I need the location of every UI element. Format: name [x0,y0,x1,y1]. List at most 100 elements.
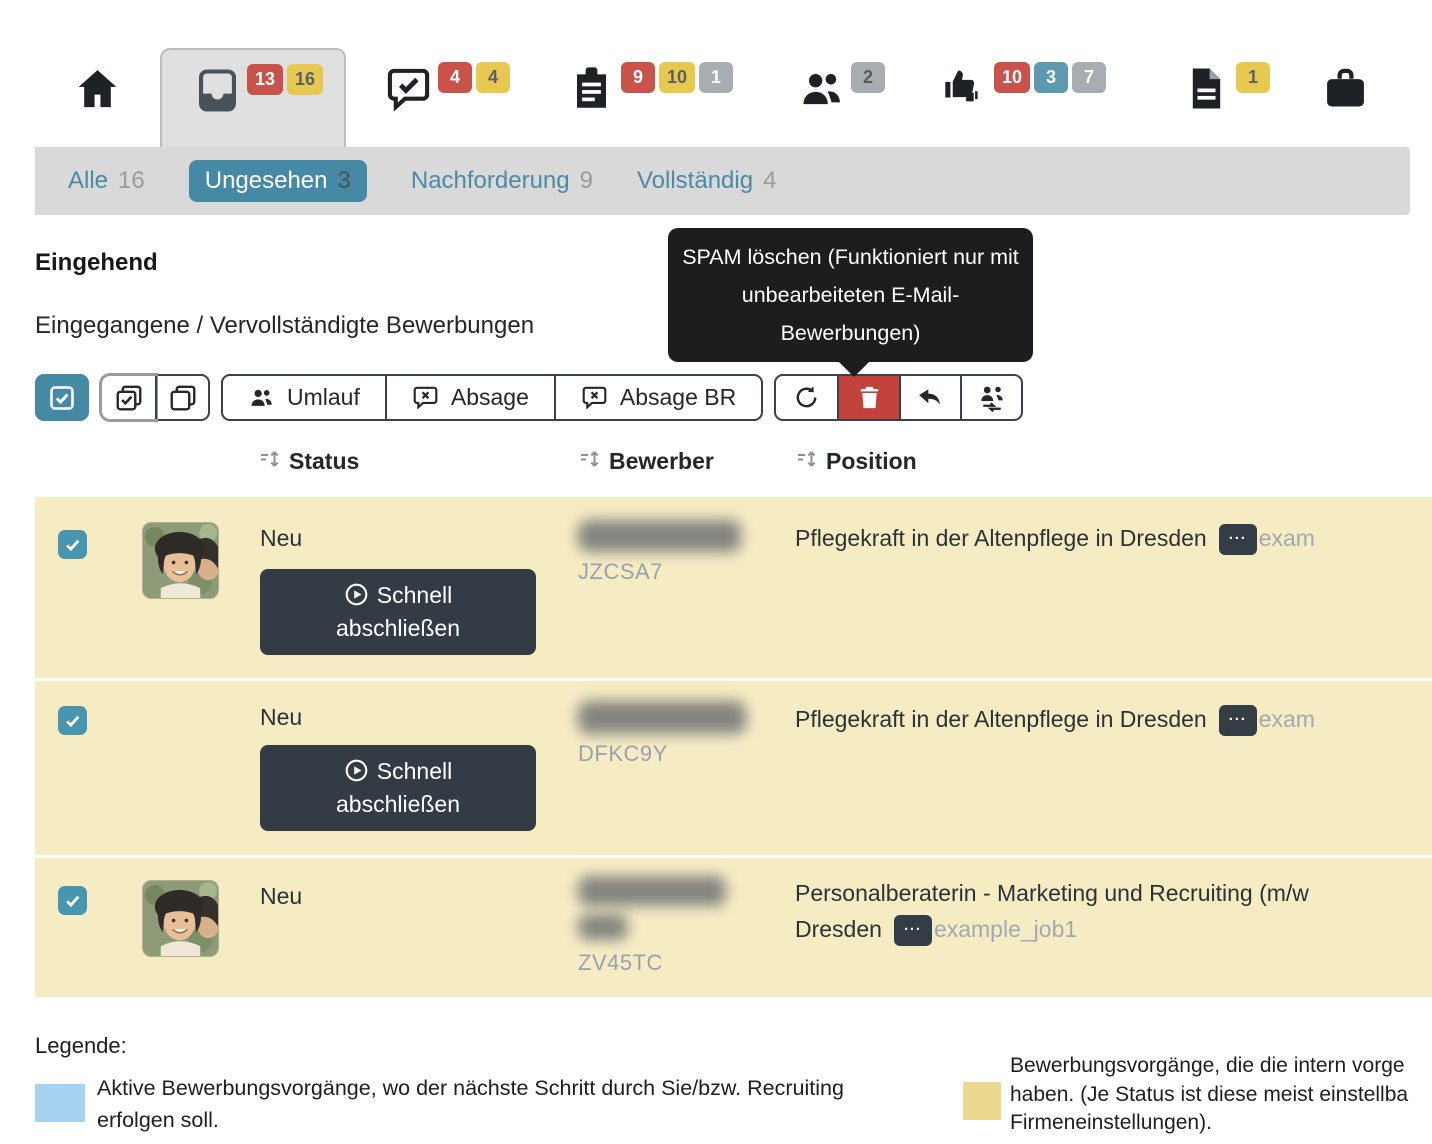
applicant-name-blurred[interactable] [578,520,741,552]
badge-count: 1 [1236,62,1270,93]
home-icon [74,65,121,112]
badge-count: 10 [994,62,1030,93]
sort-icon [795,447,819,476]
people-icon [248,384,275,411]
legend-item-active: Aktive Bewerbungsvorgänge, wo der nächst… [35,1072,927,1136]
badge-count: 13 [247,64,283,95]
legend-text-line: Firmeneinstellungen). [1010,1109,1408,1138]
subtab-label: Alle [68,167,108,195]
expand-job-ref-badge[interactable]: ··· [1219,524,1257,555]
reply-button[interactable] [899,376,960,419]
legend-item-yellow: Bewerbungsvorgänge, die die intern vorge… [963,1052,1408,1138]
applicant-row: Neu ZV45TC Personalberaterin - Marketing… [35,858,1432,997]
column-header-bewerber[interactable]: Bewerber [578,447,714,476]
message-check-icon [385,65,432,112]
applicant-code: ZV45TC [578,950,663,976]
absage-br-button[interactable]: Absage BR [554,376,761,419]
applicant-name-blurred[interactable] [578,876,726,906]
play-circle-icon [344,758,369,783]
top-navigation: 13 16 4 4 9 10 1 2 [0,0,1432,147]
nav-item-tasks[interactable]: 9 10 1 [568,48,733,147]
subnav-strip: Alle 16 Ungesehen 3 Nachforderung 9 Voll… [35,147,1410,215]
quick-complete-button[interactable]: Schnell abschließen [260,569,536,655]
position-cell-line2: Dresden ···example_job1 [795,915,1432,946]
reassign-people-button[interactable] [960,376,1021,419]
people-icon [798,65,845,112]
position-cell-line1: Personalberaterin - Marketing und Recrui… [795,880,1432,907]
row-checkbox[interactable] [58,706,87,735]
subtab-count: 9 [580,167,593,195]
job-reference-link[interactable]: example_job1 [934,916,1077,942]
nav-item-documents[interactable]: 1 [1183,48,1270,147]
nav-item-messages[interactable]: 4 4 [385,48,510,147]
applicant-row: Neu Schnell abschließen DFKC9Y Pflegekra… [35,681,1432,855]
document-icon [1183,65,1230,112]
applicant-avatar[interactable] [142,522,219,599]
clipboard-icon [568,65,615,112]
position-cell: Pflegekraft in der Altenpflege in Dresde… [795,705,1432,736]
expand-job-ref-badge[interactable]: ··· [1219,705,1257,736]
badge-count: 4 [438,62,472,93]
badge-count: 1 [699,62,733,93]
thumbs-up-down-icon [941,65,988,112]
copy-selection-button[interactable] [155,376,208,419]
badge-count: 3 [1034,62,1068,93]
subtab-nachforderung[interactable]: Nachforderung 9 [411,167,593,195]
subtab-vollstaendig[interactable]: Vollständig 4 [637,167,776,195]
sort-icon [258,447,282,476]
job-reference-link[interactable]: exam [1259,525,1315,551]
legend-text: Aktive Bewerbungsvorgänge, wo der nächst… [97,1072,927,1136]
position-title: Pflegekraft in der Altenpflege in Dresde… [795,706,1207,732]
quick-complete-button[interactable]: Schnell abschließen [260,745,536,831]
absage-br-label: Absage BR [620,384,736,411]
subtab-ungesehen[interactable]: Ungesehen 3 [189,160,367,202]
nav-tab-applications[interactable]: 13 16 [160,48,346,149]
row-checkbox[interactable] [58,886,87,915]
select-multiple-button[interactable] [102,376,155,419]
position-cell: Pflegekraft in der Altenpflege in Dresde… [795,524,1432,555]
nav-item-jobs[interactable] [1322,48,1369,147]
column-header-status[interactable]: Status [258,447,359,476]
section-title: Eingehend [35,249,158,277]
refresh-history-button[interactable] [776,376,837,419]
select-all-checkbox-button[interactable] [35,374,89,421]
nav-item-home[interactable] [74,48,121,147]
applicant-avatar[interactable] [142,880,219,957]
umlauf-label: Umlauf [287,384,360,411]
expand-job-ref-badge[interactable]: ··· [894,915,932,946]
legend-title: Legende: [35,1033,127,1059]
subtab-alle[interactable]: Alle 16 [68,167,145,195]
subtab-count: 3 [338,167,351,195]
sort-icon [578,447,602,476]
position-title: Pflegekraft in der Altenpflege in Dresde… [795,525,1207,551]
selection-mode-group [100,374,210,421]
position-title: Dresden [795,916,882,942]
applicant-name-blurred[interactable] [578,701,746,734]
nav-item-contacts[interactable]: 2 [798,48,885,147]
badge-count: 2 [851,62,885,93]
nav-item-ratings[interactable]: 10 3 7 [941,48,1106,147]
subtab-count: 4 [763,167,776,195]
subtab-label: Vollständig [637,167,753,195]
job-reference-link[interactable]: exam [1259,706,1315,732]
subtab-count: 16 [118,167,145,195]
absage-button[interactable]: Absage [385,376,554,419]
badge-count: 10 [659,62,695,93]
subtab-label: Nachforderung [411,167,570,195]
status-value: Neu [260,525,302,552]
status-value: Neu [260,883,302,910]
applicant-name-blurred[interactable] [578,914,628,940]
legend-text-line: Bewerbungsvorgänge, die die intern vorge [1010,1052,1408,1081]
column-header-position[interactable]: Position [795,447,917,476]
applicant-code: JZCSA7 [578,559,663,585]
badge-count: 16 [287,64,323,95]
bubble-x-icon [581,384,608,411]
umlauf-button[interactable]: Umlauf [223,376,385,419]
badge-count: 9 [621,62,655,93]
delete-spam-button[interactable] [837,376,899,419]
bubble-x-icon [412,384,439,411]
badge-count: 4 [476,62,510,93]
column-label: Status [289,448,359,475]
row-checkbox[interactable] [58,530,87,559]
position-title: Personalberaterin - Marketing und Recrui… [795,880,1309,906]
